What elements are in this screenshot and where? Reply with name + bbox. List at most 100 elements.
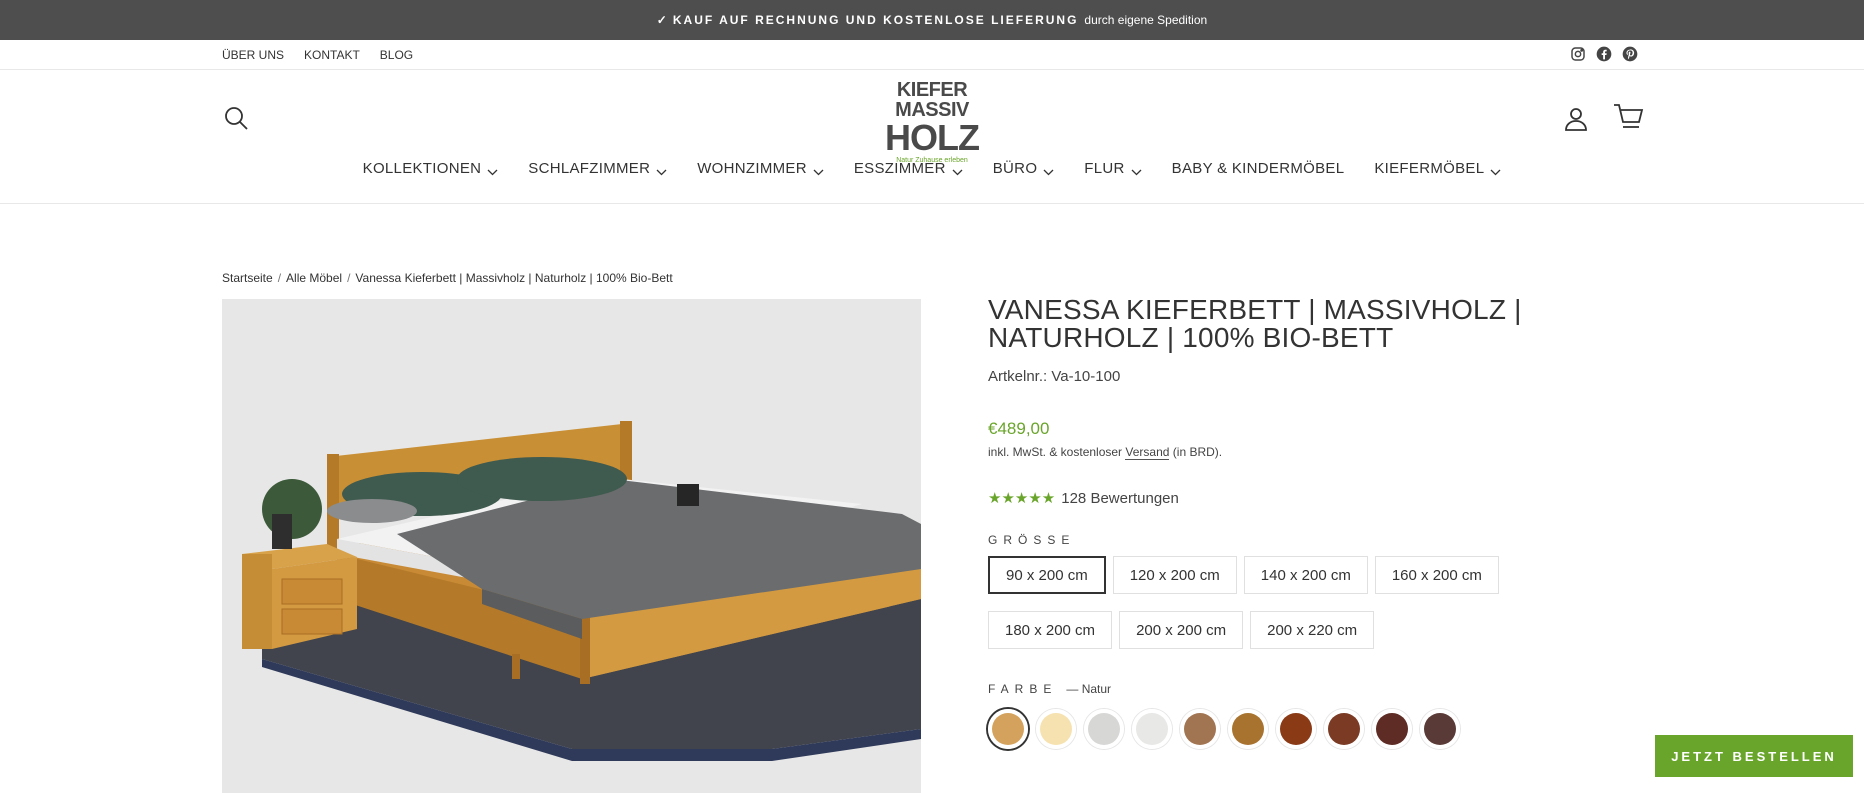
tax-suffix: (in BRD). [1172,445,1223,459]
chevron-down-icon [952,169,963,176]
rating[interactable]: ★★★★★ 128 Bewertungen [988,489,1628,508]
product-sku: Artkelnr.: Va-10-100 [988,368,1121,385]
nav-item-wohnzimmer[interactable]: WOHNZIMMER [697,160,824,203]
nav-label: KOLLEKTIONEN [362,160,482,177]
instagram-icon[interactable] [1570,46,1586,62]
logo-line-3: HOLZ [885,117,980,158]
color-swatch-fill [1232,713,1264,745]
color-swatch[interactable] [1132,709,1172,749]
color-swatch[interactable] [1084,709,1124,749]
nav-item-esszimmer[interactable]: ESSZIMMER [854,160,963,203]
breadcrumb-all-furniture[interactable]: Alle Möbel [286,271,342,285]
color-swatch-fill [1136,713,1168,745]
nav-label: SCHLAFZIMMER [528,160,651,177]
nav-label: FLUR [1084,160,1125,177]
product-price: €489,00 [988,419,1050,438]
color-label-row: FARBE — Natur [988,682,1628,696]
breadcrumb-home[interactable]: Startseite [222,271,273,285]
user-icon [1565,108,1587,131]
nav-label: BÜRO [992,160,1038,177]
nav-label: BABY & KINDERMÖBEL [1171,160,1345,177]
utility-link-ueber-uns[interactable]: ÜBER UNS [222,48,284,62]
utility-link-blog[interactable]: BLOG [380,48,413,62]
star-rating-icon: ★★★★★ [988,490,1056,507]
logo[interactable]: KIEFER MASSIV HOLZ Natur Zuhause erleben [880,79,984,164]
pinterest-icon[interactable] [1622,46,1638,62]
color-swatch[interactable] [1276,709,1316,749]
product-image[interactable] [222,299,921,793]
breadcrumb-separator: / [277,271,282,285]
chevron-down-icon [656,169,667,176]
search-button[interactable] [222,104,250,132]
color-swatch-fill [992,713,1024,745]
main-nav: KOLLEKTIONEN SCHLAFZIMMER WOHNZIMMER ESS… [0,160,1864,204]
color-swatch[interactable] [1180,709,1220,749]
color-swatch-fill [1040,713,1072,745]
color-swatch-fill [1376,713,1408,745]
social-links [1570,46,1638,62]
color-swatch-fill [1280,713,1312,745]
utility-nav: ÜBER UNS KONTAKT BLOG [222,48,413,62]
nav-item-kollektionen[interactable]: KOLLEKTIONEN [363,160,499,203]
color-swatch[interactable] [1228,709,1268,749]
product-title: VANESSA KIEFERBETT | MASSIVHOLZ | NATURH… [988,294,1522,353]
color-swatch[interactable] [1420,709,1460,749]
facebook-icon[interactable] [1596,46,1612,62]
cart-icon [1614,104,1644,128]
color-dash: — [1066,682,1079,696]
chevron-down-icon [813,169,824,176]
tax-note: inkl. MwSt. & kostenloser Versand (in BR… [988,445,1628,460]
announcement-bold-text: KAUF AUF RECHNUNG UND KOSTENLOSE LIEFERU… [672,13,1079,27]
nav-label: ESSZIMMER [853,160,946,177]
nav-item-flur[interactable]: FLUR [1084,160,1142,203]
color-label: FARBE [988,682,1058,696]
tax-prefix: inkl. MwSt. & kostenloser [988,445,1123,459]
review-count: 128 Bewertungen [1061,489,1179,507]
color-value: Natur [1081,682,1112,696]
logo-line-1: KIEFER [896,79,968,101]
chevron-down-icon [1490,169,1501,176]
color-swatch-fill [1424,713,1456,745]
color-swatch-fill [1184,713,1216,745]
color-swatch[interactable] [988,709,1028,749]
shipping-link[interactable]: Versand [1125,445,1170,460]
cart-button[interactable] [1612,102,1644,132]
chevron-down-icon [1131,169,1142,176]
utility-bar: ÜBER UNS KONTAKT BLOG [0,40,1864,70]
chevron-down-icon [1043,169,1054,176]
breadcrumb-current: Vanessa Kieferbett | Massivholz | Naturh… [355,271,673,285]
size-option-160x200[interactable]: 160 x 200 cm [1374,556,1499,594]
nav-item-schlafzimmer[interactable]: SCHLAFZIMMER [528,160,667,203]
size-option-200x200[interactable]: 200 x 200 cm [1119,611,1244,649]
size-option-180x200[interactable]: 180 x 200 cm [988,611,1113,649]
size-option-120x200[interactable]: 120 x 200 cm [1112,556,1237,594]
check-icon: ✓ [656,13,667,27]
utility-link-kontakt[interactable]: KONTAKT [304,48,360,62]
order-now-button[interactable]: JETZT BESTELLEN [1655,735,1853,777]
color-swatch[interactable] [1036,709,1076,749]
nav-label: KIEFERMÖBEL [1374,160,1485,177]
breadcrumb: Startseite / Alle Möbel / Vanessa Kiefer… [222,271,673,285]
announcement-bar: ✓ KAUF AUF RECHNUNG UND KOSTENLOSE LIEFE… [0,0,1864,40]
color-swatch[interactable] [1372,709,1412,749]
color-swatch-fill [1088,713,1120,745]
nav-item-baby-kindermoebel[interactable]: BABY & KINDERMÖBEL [1172,160,1345,203]
account-button[interactable] [1562,104,1590,132]
nav-item-buero[interactable]: BÜRO [993,160,1055,203]
nav-item-kiefermoebel[interactable]: KIEFERMÖBEL [1374,160,1501,203]
size-option-200x220[interactable]: 200 x 220 cm [1250,611,1375,649]
nav-label: WOHNZIMMER [697,160,807,177]
color-swatches [988,709,1628,749]
bed-image [222,299,921,793]
size-option-140x200[interactable]: 140 x 200 cm [1243,556,1368,594]
size-label: GRÖSSE [988,533,1076,547]
chevron-down-icon [487,169,498,176]
color-swatch-fill [1328,713,1360,745]
search-icon [225,107,248,130]
color-swatch[interactable] [1324,709,1364,749]
size-options: 90 x 200 cm 120 x 200 cm 140 x 200 cm 16… [988,556,1628,649]
size-option-90x200[interactable]: 90 x 200 cm [988,556,1106,594]
color-selected-value: — Natur [1066,682,1111,696]
announcement-text: durch eigene Spedition [1084,13,1208,27]
breadcrumb-separator: / [347,271,351,285]
